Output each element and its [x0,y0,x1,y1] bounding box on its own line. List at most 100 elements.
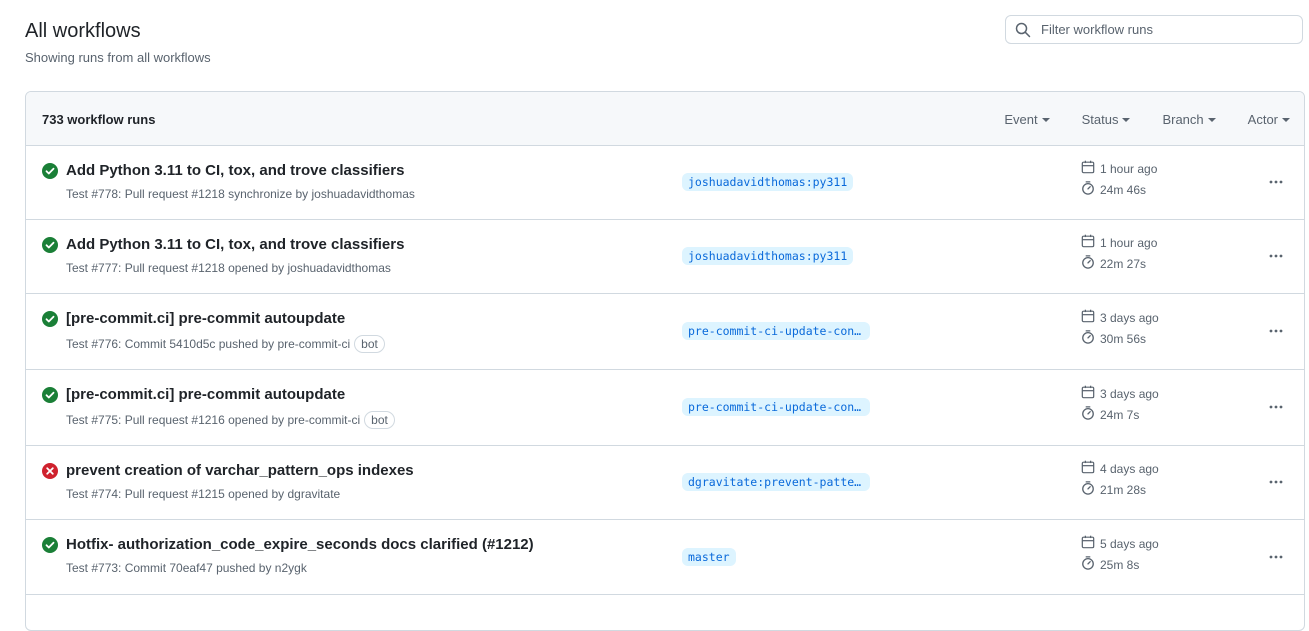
filter-runs-input[interactable] [1039,21,1283,38]
caret-down-icon [1122,118,1131,122]
event-filter-label: Event [1004,111,1038,127]
run-duration: 24m 7s [1081,406,1139,423]
run-duration-text: 30m 56s [1100,331,1147,346]
calendar-icon [1081,385,1100,402]
run-duration-text: 25m 8s [1100,557,1140,572]
filter-menus: Event Status Branch Actor [1004,92,1304,146]
page-subtitle: Showing runs from all workflows [25,50,211,65]
x-circle-fill-icon [42,463,58,479]
workflow-run-row[interactable]: Add Python 3.11 to CI, tox, and trove cl… [26,220,1304,294]
run-meta: Test #775: Pull request #1216 opened by … [66,411,395,429]
run-title-link[interactable]: Hotfix- authorization_code_expire_second… [66,536,534,553]
workflow-run-row[interactable]: [pre-commit.ci] pre-commit autoupdate Tes… [26,294,1304,370]
run-meta-text: Test #777: Pull request #1218 opened by … [66,261,391,275]
stopwatch-icon [1081,255,1100,272]
branch-filter-button[interactable]: Branch [1162,111,1216,127]
check-circle-fill-icon [42,163,58,179]
run-meta: Test #777: Pull request #1218 opened by … [66,261,391,275]
kebab-horizontal-icon[interactable] [1264,170,1288,194]
stopwatch-icon [1081,330,1100,347]
page-title: All workflows [25,20,141,42]
kebab-horizontal-icon[interactable] [1264,545,1288,569]
check-circle-fill-icon [42,537,58,553]
branch-label[interactable]: joshuadavidthomas:py311 [682,173,854,191]
branch-label[interactable]: pre-commit-ci-update-config [682,322,870,340]
run-duration: 25m 8s [1081,556,1139,573]
run-date-text: 1 hour ago [1100,235,1158,250]
run-meta-text: Test #776: Commit 5410d5c pushed by pre-… [66,337,351,351]
run-date-text: 4 days ago [1100,461,1159,476]
run-date-text: 3 days ago [1100,386,1159,401]
run-duration: 22m 27s [1081,255,1146,272]
stopwatch-icon [1081,556,1100,573]
run-duration-text: 22m 27s [1100,256,1147,271]
calendar-icon [1081,234,1100,251]
run-duration: 24m 46s [1081,181,1146,198]
workflow-run-row[interactable]: prevent creation of varchar_pattern_ops … [26,446,1304,520]
run-date: 4 days ago [1081,460,1159,477]
run-duration: 30m 56s [1081,330,1146,347]
kebab-horizontal-icon[interactable] [1264,470,1288,494]
run-date-text: 1 hour ago [1100,161,1158,176]
runs-box-header: 733 workflow runs Event Status Branch Ac… [26,92,1304,146]
status-filter-label: Status [1081,111,1119,127]
run-title-link[interactable]: Add Python 3.11 to CI, tox, and trove cl… [66,162,404,179]
run-date: 3 days ago [1081,385,1159,402]
run-duration: 21m 28s [1081,481,1146,498]
calendar-icon [1081,160,1100,177]
bot-badge: bot [364,411,395,429]
filter-runs-field[interactable] [1005,15,1303,44]
bot-badge: bot [354,335,385,353]
run-title-link[interactable]: [pre-commit.ci] pre-commit autoupdate [66,386,345,403]
run-title-link[interactable]: [pre-commit.ci] pre-commit autoupdate [66,310,345,327]
run-title-link[interactable]: Add Python 3.11 to CI, tox, and trove cl… [66,236,404,253]
run-meta: Test #778: Pull request #1218 synchroniz… [66,187,415,201]
run-duration-text: 21m 28s [1100,482,1147,497]
stopwatch-icon [1081,181,1100,198]
caret-down-icon [1282,118,1290,122]
run-meta: Test #776: Commit 5410d5c pushed by pre-… [66,335,385,353]
run-duration-text: 24m 7s [1100,407,1140,422]
check-circle-fill-icon [42,237,58,253]
run-duration-text: 24m 46s [1100,182,1147,197]
workflow-run-row[interactable]: Hotfix- authorization_code_expire_second… [26,520,1304,595]
run-date: 1 hour ago [1081,160,1157,177]
branch-label[interactable]: master [682,548,736,566]
branch-label[interactable]: joshuadavidthomas:py311 [682,247,854,265]
caret-down-icon [1041,118,1050,122]
calendar-icon [1081,535,1100,552]
run-meta: Test #774: Pull request #1215 opened by … [66,487,340,501]
run-meta-text: Test #774: Pull request #1215 opened by … [66,487,341,501]
kebab-horizontal-icon[interactable] [1264,244,1288,268]
run-meta: Test #773: Commit 70eaf47 pushed by n2yg… [66,561,307,575]
workflow-run-row[interactable]: Add Python 3.11 to CI, tox, and trove cl… [26,146,1304,220]
event-filter-button[interactable]: Event [1004,111,1050,127]
run-date: 1 hour ago [1081,234,1157,251]
caret-down-icon [1207,118,1216,122]
workflow-runs-box: 733 workflow runs Event Status Branch Ac… [25,91,1305,631]
run-meta-text: Test #773: Commit 70eaf47 pushed by n2yg… [66,561,307,575]
run-date-text: 5 days ago [1100,536,1159,551]
stopwatch-icon [1081,406,1100,423]
run-meta-text: Test #778: Pull request #1218 synchroniz… [66,187,415,201]
run-title-link[interactable]: prevent creation of varchar_pattern_ops … [66,462,414,479]
calendar-icon [1081,309,1100,326]
kebab-horizontal-icon[interactable] [1264,395,1288,419]
kebab-horizontal-icon[interactable] [1264,319,1288,343]
check-circle-fill-icon [42,387,58,403]
workflow-runs-list: Add Python 3.11 to CI, tox, and trove cl… [26,146,1304,595]
branch-label[interactable]: dgravitate:prevent-pattern-ops [682,473,870,491]
branch-label[interactable]: pre-commit-ci-update-config [682,398,870,416]
run-date: 3 days ago [1081,309,1159,326]
search-icon [1015,22,1031,37]
actor-filter-label: Actor [1247,111,1278,127]
actor-filter-button[interactable]: Actor [1248,112,1290,127]
status-filter-button[interactable]: Status [1082,112,1131,127]
stopwatch-icon [1081,481,1100,498]
workflow-run-row[interactable]: [pre-commit.ci] pre-commit autoupdate Tes… [26,370,1304,446]
calendar-icon [1081,460,1100,477]
branch-filter-label: Branch [1162,111,1204,127]
workflow-run-count: 733 workflow runs [42,112,156,127]
check-circle-fill-icon [42,311,58,327]
run-date: 5 days ago [1081,535,1159,552]
